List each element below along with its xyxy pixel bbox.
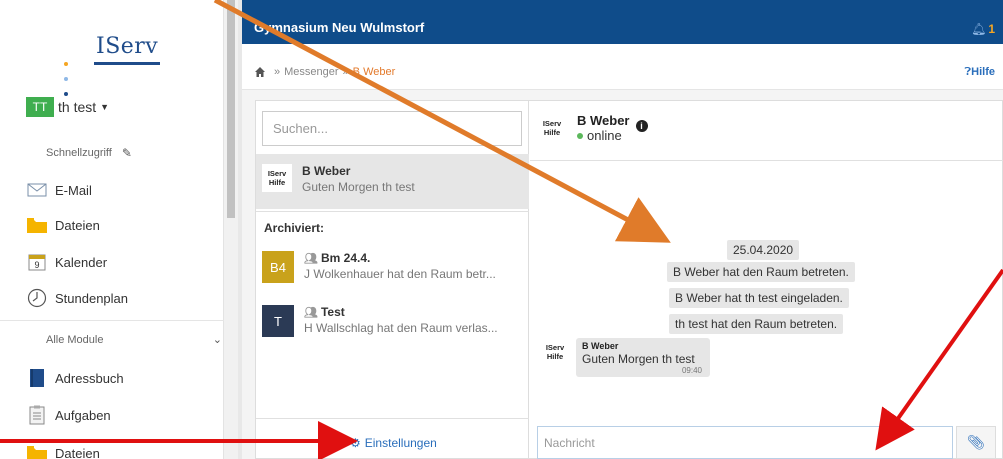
tasks-icon xyxy=(26,405,48,425)
envelope-icon xyxy=(26,180,48,200)
presence-status: online xyxy=(577,128,630,143)
settings-label: Einstellungen xyxy=(364,436,437,450)
message-bubble: B Weber Guten Morgen th test 09:40 xyxy=(576,338,710,377)
divider xyxy=(256,418,529,419)
caret-down-icon: ▼ xyxy=(100,102,110,112)
info-icon[interactable]: i xyxy=(635,120,648,132)
search-input[interactable]: Suchen... xyxy=(262,111,522,146)
pencil-icon[interactable]: ✎ xyxy=(122,146,132,160)
conversation-name: Bm 24.4. xyxy=(320,251,371,265)
calendar-icon: 9 xyxy=(26,252,48,272)
divider xyxy=(0,320,224,321)
user-avatar: TT xyxy=(26,97,54,117)
message-text: Guten Morgen th test xyxy=(582,352,695,366)
iserv-help-avatar: IServ Hilfe xyxy=(540,338,570,366)
top-bar: Gymnasium Neu Wulmstorf 🔔︎ 1 xyxy=(242,0,1003,44)
folder-icon xyxy=(26,215,48,235)
sidebar: IServ TT th test ▼ Schnellzugriff ✎ E-Ma… xyxy=(0,0,224,459)
logo-dots xyxy=(64,54,71,99)
notifications-button[interactable]: 🔔︎ 1 xyxy=(971,22,995,36)
date-separator: 25.04.2020 xyxy=(727,240,800,260)
user-menu[interactable]: TT th test ▼ xyxy=(26,97,109,117)
user-name: th test xyxy=(58,99,97,115)
divider xyxy=(530,160,1003,161)
school-title[interactable]: Gymnasium Neu Wulmstorf xyxy=(254,20,424,35)
breadcrumb-messenger[interactable]: Messenger xyxy=(284,66,338,78)
nav-item-tasks[interactable]: Aufgaben xyxy=(26,403,111,427)
chevron-down-icon: ⌄ xyxy=(212,334,222,346)
settings-link[interactable]: ⚙ Einstellungen xyxy=(350,436,437,450)
system-message: B Weber hat den Raum betreten. xyxy=(667,262,855,282)
nav-label: Stundenplan xyxy=(55,290,129,306)
message-time: 09:40 xyxy=(681,366,702,375)
breadcrumb: » Messenger » B Weber xyxy=(254,66,395,78)
nav-item-calendar[interactable]: 9 Kalender xyxy=(26,250,107,274)
quick-access-label: Schnellzugriff xyxy=(46,147,112,159)
conversation-item-bweber[interactable]: IServ Hilfe B Weber Guten Morgen th test xyxy=(262,164,517,194)
breadcrumb-current: B Weber xyxy=(352,66,396,78)
chat-partner-name: B Weber xyxy=(577,113,630,128)
conversation-preview: Guten Morgen th test xyxy=(302,180,415,194)
chat-header: IServ Hilfe B Weber online i xyxy=(537,113,648,143)
group-icon: 👥︎ xyxy=(304,307,318,319)
notification-count: 1 xyxy=(988,22,995,36)
help-link[interactable]: ❓︎Hilfe xyxy=(965,66,995,79)
nav-label: E-Mail xyxy=(55,182,92,198)
clock-icon xyxy=(26,288,48,308)
conversation-preview: J Wolkenhauer hat den Raum betr... xyxy=(304,267,496,281)
nav-item-files[interactable]: Dateien xyxy=(26,213,100,237)
home-icon[interactable] xyxy=(254,66,266,78)
system-message: th test hat den Raum betreten. xyxy=(669,314,844,334)
archived-heading: Archiviert: xyxy=(264,221,325,235)
logo-underline xyxy=(94,62,160,65)
paperclip-icon: 📎︎ xyxy=(967,434,985,450)
folder-icon xyxy=(26,443,48,459)
conversation-item-archived[interactable]: B4 👥︎ Bm 24.4. J Wolkenhauer hat den Raum… xyxy=(262,251,519,283)
help-label: Hilfe xyxy=(971,66,995,78)
conversation-name: B Weber xyxy=(302,164,351,178)
nav-label: Aufgaben xyxy=(55,407,111,423)
quick-access-header: Schnellzugriff ✎ xyxy=(46,146,132,160)
logo-text: IServ xyxy=(96,34,159,59)
nav-item-email[interactable]: E-Mail xyxy=(26,178,92,202)
conversation-preview: H Wallschlag hat den Raum verlas... xyxy=(304,321,498,335)
group-avatar: T xyxy=(262,305,294,337)
nav-label: Adressbuch xyxy=(55,370,124,386)
system-message: B Weber hat th test eingeladen. xyxy=(669,288,849,308)
breadcrumb-separator: » xyxy=(274,66,281,78)
sidebar-scrollbar-thumb[interactable] xyxy=(227,0,235,218)
nav-item-timetable[interactable]: Stundenplan xyxy=(26,286,128,310)
group-icon: 👥︎ xyxy=(304,253,318,265)
bell-icon: 🔔︎ xyxy=(971,22,987,36)
conversation-name: Test xyxy=(320,305,345,319)
online-dot-icon xyxy=(577,132,583,139)
chat-message: IServ Hilfe B Weber Guten Morgen th test … xyxy=(540,338,710,377)
message-sender: B Weber xyxy=(582,341,619,351)
breadcrumb-bar: » Messenger » B Weber ❓︎Hilfe xyxy=(242,44,1003,90)
gear-icon: ⚙ xyxy=(350,436,361,450)
message-input[interactable]: Nachricht xyxy=(537,426,953,459)
all-modules-toggle[interactable]: Alle Module ⌄ xyxy=(46,333,224,347)
iserv-help-avatar: IServ Hilfe xyxy=(537,114,567,142)
divider xyxy=(256,211,529,212)
attachment-button[interactable]: 📎︎ xyxy=(956,426,996,459)
all-modules-label: Alle Module xyxy=(46,333,104,346)
nav-item-files-module[interactable]: Dateien xyxy=(26,441,100,459)
addressbook-icon xyxy=(26,368,48,388)
nav-label: Kalender xyxy=(55,254,108,270)
nav-label: Dateien xyxy=(55,445,100,459)
svg-text:9: 9 xyxy=(34,260,39,270)
iserv-help-avatar: IServ Hilfe xyxy=(262,164,292,192)
group-avatar: B4 xyxy=(262,251,294,283)
conversation-item-archived[interactable]: T 👥︎ Test H Wallschlag hat den Raum verla… xyxy=(262,305,519,337)
nav-label: Dateien xyxy=(55,217,100,233)
nav-item-addressbook[interactable]: Adressbuch xyxy=(26,366,124,390)
breadcrumb-separator: » xyxy=(342,66,349,78)
